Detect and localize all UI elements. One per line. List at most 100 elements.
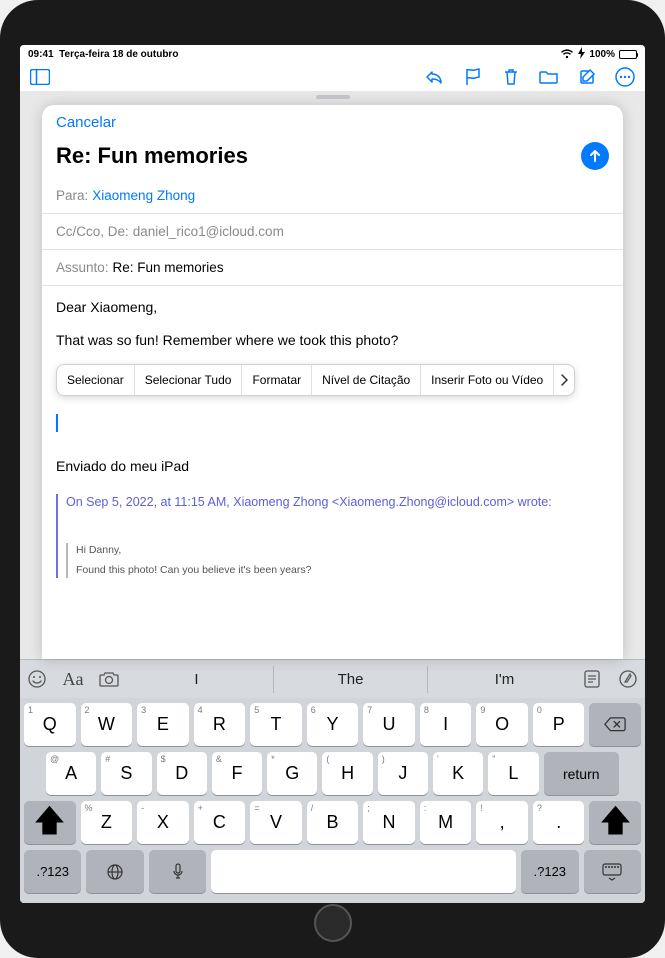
- trash-icon[interactable]: [501, 67, 521, 87]
- menu-select-all[interactable]: Selecionar Tudo: [135, 365, 243, 395]
- battery-icon: [619, 50, 637, 59]
- key-X[interactable]: -X: [137, 801, 189, 844]
- dictation-key[interactable]: [149, 850, 206, 893]
- body-line: That was so fun! Remember where we took …: [56, 331, 609, 350]
- menu-more-icon[interactable]: [554, 365, 574, 395]
- to-recipient[interactable]: Xiaomeng Zhong: [92, 188, 195, 203]
- to-label: Para:: [56, 188, 88, 203]
- send-button[interactable]: [581, 142, 609, 170]
- key-i[interactable]: 8I: [420, 703, 472, 746]
- quoted-line: Hi Danny,: [76, 543, 609, 557]
- text-cursor: [56, 414, 58, 432]
- key-e[interactable]: 3E: [137, 703, 189, 746]
- screen: 09:41 Terça-feira 18 de outubro 100%: [20, 45, 645, 903]
- scan-icon[interactable]: [581, 668, 603, 690]
- home-button[interactable]: [314, 904, 352, 942]
- status-time: 09:41: [28, 49, 54, 60]
- background-toolbar: [20, 63, 645, 91]
- keyboard-row-3: %Z-X+C=V/B;N:M!,?.: [24, 801, 641, 844]
- key-N[interactable]: ;N: [363, 801, 415, 844]
- markup-icon[interactable]: [617, 668, 639, 690]
- key-s[interactable]: #S: [101, 752, 151, 795]
- keyboard: Aa I The I'm: [20, 659, 645, 903]
- numbers-key[interactable]: .?123: [24, 850, 81, 893]
- key-w[interactable]: 2W: [81, 703, 133, 746]
- key-t[interactable]: 5T: [250, 703, 302, 746]
- subject-field[interactable]: Assunto: Re: Fun memories: [42, 250, 623, 286]
- key-y[interactable]: 6Y: [307, 703, 359, 746]
- key-o[interactable]: 9O: [476, 703, 528, 746]
- keyboard-toolbar: Aa I The I'm: [20, 660, 645, 698]
- shift-key[interactable]: [24, 801, 76, 844]
- reply-icon[interactable]: [425, 67, 445, 87]
- to-field[interactable]: Para: Xiaomeng Zhong: [42, 178, 623, 214]
- key-l[interactable]: "L: [488, 752, 538, 795]
- menu-insert-photo[interactable]: Inserir Foto ou Vídeo: [421, 365, 554, 395]
- sheet-grabber[interactable]: [316, 95, 350, 99]
- key-B[interactable]: /B: [307, 801, 359, 844]
- sidebar-toggle-icon[interactable]: [30, 67, 50, 87]
- cc-label: Cc/Cco, De:: [56, 224, 129, 239]
- key-,[interactable]: !,: [476, 801, 528, 844]
- menu-format[interactable]: Formatar: [242, 365, 312, 395]
- suggestion[interactable]: I: [120, 666, 273, 693]
- cc-value: daniel_rico1@icloud.com: [133, 224, 284, 239]
- subject-label: Assunto:: [56, 260, 109, 275]
- key-h[interactable]: (H: [322, 752, 372, 795]
- quoted-message: On Sep 5, 2022, at 11:15 AM, Xiaomeng Zh…: [56, 494, 609, 578]
- message-body[interactable]: Dear Xiaomeng, That was so fun! Remember…: [42, 286, 623, 659]
- backspace-key[interactable]: [589, 703, 641, 746]
- compose-title: Re: Fun memories: [56, 143, 248, 169]
- camera-icon[interactable]: [98, 668, 120, 690]
- body-line: Dear Xiaomeng,: [56, 298, 609, 317]
- keyboard-row-4: .?123 .?123: [24, 850, 641, 893]
- keyboard-suggestions: I The I'm: [120, 666, 581, 693]
- cc-field[interactable]: Cc/Cco, De: daniel_rico1@icloud.com: [42, 214, 623, 250]
- key-r[interactable]: 4R: [194, 703, 246, 746]
- status-date: Terça-feira 18 de outubro: [59, 49, 178, 60]
- quote-header: On Sep 5, 2022, at 11:15 AM, Xiaomeng Zh…: [66, 494, 609, 512]
- key-f[interactable]: &F: [212, 752, 262, 795]
- status-bar: 09:41 Terça-feira 18 de outubro 100%: [20, 45, 645, 63]
- more-icon[interactable]: [615, 67, 635, 87]
- menu-select[interactable]: Selecionar: [57, 365, 135, 395]
- battery-percent: 100%: [589, 49, 615, 60]
- text-format-icon[interactable]: Aa: [62, 668, 84, 690]
- ipad-frame: 09:41 Terça-feira 18 de outubro 100%: [0, 0, 665, 958]
- suggestion[interactable]: The: [273, 666, 427, 693]
- key-d[interactable]: $D: [157, 752, 207, 795]
- key-V[interactable]: =V: [250, 801, 302, 844]
- return-key[interactable]: return: [544, 752, 619, 795]
- flag-icon[interactable]: [463, 67, 483, 87]
- signature: Enviado do meu iPad: [56, 457, 609, 476]
- shift-key[interactable]: [589, 801, 641, 844]
- key-k[interactable]: 'K: [433, 752, 483, 795]
- menu-quote-level[interactable]: Nível de Citação: [312, 365, 421, 395]
- globe-key[interactable]: [86, 850, 143, 893]
- keyboard-row-2: @A#S$D&F*G(H)J'K"Lreturn: [24, 752, 641, 795]
- content-area: Cancelar Re: Fun memories Para: Xiaomeng…: [20, 91, 645, 659]
- cancel-button[interactable]: Cancelar: [56, 114, 116, 131]
- suggestion[interactable]: I'm: [427, 666, 581, 693]
- key-M[interactable]: :M: [420, 801, 472, 844]
- folder-icon[interactable]: [539, 67, 559, 87]
- quoted-body: Hi Danny, Found this photo! Can you beli…: [66, 543, 609, 577]
- emoji-icon[interactable]: [26, 668, 48, 690]
- key-a[interactable]: @A: [46, 752, 96, 795]
- key-u[interactable]: 7U: [363, 703, 415, 746]
- key-g[interactable]: *G: [267, 752, 317, 795]
- compose-icon[interactable]: [577, 67, 597, 87]
- hide-keyboard-key[interactable]: [584, 850, 641, 893]
- space-key[interactable]: [211, 850, 516, 893]
- numbers-key[interactable]: .?123: [521, 850, 578, 893]
- wifi-icon: [560, 49, 574, 59]
- text-context-menu: Selecionar Selecionar Tudo Formatar Níve…: [56, 364, 575, 396]
- key-C[interactable]: +C: [194, 801, 246, 844]
- key-.[interactable]: ?.: [533, 801, 585, 844]
- charging-icon: [578, 47, 585, 62]
- key-q[interactable]: 1Q: [24, 703, 76, 746]
- key-Z[interactable]: %Z: [81, 801, 133, 844]
- key-p[interactable]: 0P: [533, 703, 585, 746]
- key-j[interactable]: )J: [378, 752, 428, 795]
- quoted-line: Found this photo! Can you believe it's b…: [76, 563, 609, 577]
